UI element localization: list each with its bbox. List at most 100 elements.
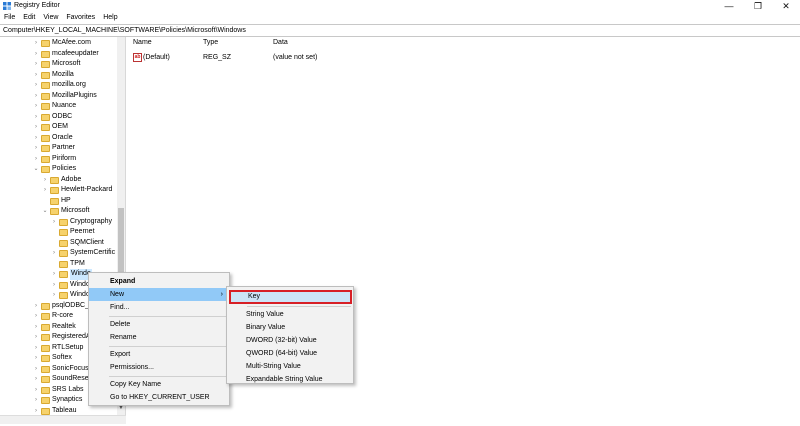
tree-item-oracle[interactable]: › Oracle [0, 133, 117, 144]
new-qword-64-bit-value-menu-item[interactable]: QWORD (64-bit) Value [227, 347, 353, 360]
tree-item-oem[interactable]: › OEM [0, 122, 117, 133]
context-menu-find[interactable]: Find... [89, 301, 229, 314]
tree-item-mozilla-org[interactable]: › mozilla.org [0, 80, 117, 91]
tree-item-label: Windo [70, 280, 90, 288]
expand-arrow-icon[interactable]: › [32, 49, 40, 60]
tree-item-microsoft[interactable]: › Microsoft [0, 59, 117, 70]
minimize-button[interactable]: — [715, 0, 743, 12]
tree-item-hp[interactable]: HP [0, 196, 117, 207]
menu-file[interactable]: File [0, 12, 19, 24]
collapse-arrow-icon[interactable]: ⌄ [41, 206, 49, 217]
context-menu-copy-key-name[interactable]: Copy Key Name [89, 378, 229, 391]
context-menu-expand[interactable]: Expand [89, 275, 229, 288]
new-string-value-menu-item[interactable]: String Value [227, 308, 353, 321]
close-button[interactable]: ✕ [772, 0, 800, 12]
expand-arrow-icon[interactable]: › [50, 248, 58, 259]
expand-arrow-icon[interactable]: › [41, 185, 49, 196]
menu-separator [109, 346, 227, 347]
expand-arrow-icon[interactable]: › [32, 395, 40, 406]
tree-item-peernet[interactable]: Peernet [0, 227, 117, 238]
context-menu-new[interactable]: New › [89, 288, 229, 301]
tree-item-tableau[interactable]: › Tableau [0, 406, 117, 416]
menu-view[interactable]: View [39, 12, 62, 24]
tree-item-hewlett-packard[interactable]: › Hewlett-Packard [0, 185, 117, 196]
folder-icon [59, 229, 68, 236]
expand-arrow-icon[interactable]: › [32, 301, 40, 312]
column-data[interactable]: Data [267, 37, 467, 49]
tree-item-label: Synaptics [52, 396, 83, 403]
expand-arrow-icon[interactable]: › [32, 122, 40, 133]
expand-arrow-icon[interactable]: › [50, 269, 58, 280]
expand-arrow-icon[interactable]: › [32, 406, 40, 416]
folder-icon [41, 376, 50, 383]
context-menu-delete[interactable]: Delete [89, 318, 229, 331]
scroll-down-arrow-icon[interactable]: ▼ [117, 405, 125, 414]
expand-arrow-icon[interactable]: › [32, 374, 40, 385]
menu-help[interactable]: Help [99, 12, 121, 24]
expand-arrow-icon[interactable]: › [32, 154, 40, 165]
expand-arrow-icon[interactable]: › [32, 101, 40, 112]
expand-arrow-icon[interactable]: › [32, 311, 40, 322]
expand-arrow-icon[interactable]: › [32, 59, 40, 70]
expand-arrow-icon[interactable]: › [32, 332, 40, 343]
new-dword-32-bit-value-menu-item[interactable]: DWORD (32-bit) Value [227, 334, 353, 347]
tree-item-adobe[interactable]: › Adobe [0, 175, 117, 186]
expand-arrow-icon[interactable]: › [32, 38, 40, 49]
new-binary-value-menu-item[interactable]: Binary Value [227, 321, 353, 334]
context-menu-rename[interactable]: Rename [89, 331, 229, 344]
tree-item-partner[interactable]: › Partner [0, 143, 117, 154]
tree-item-tpm[interactable]: TPM [0, 259, 117, 270]
new-expandable-string-value-menu-item[interactable]: Expandable String Value [227, 373, 353, 386]
new-key-menu-item[interactable]: Key [229, 290, 352, 304]
submenu-arrow-icon: › [220, 291, 223, 298]
tree-item-odbc[interactable]: › ODBC [0, 112, 117, 123]
context-menu: Expand New › Find... Delete Rename Export Permi… [88, 272, 230, 406]
expand-arrow-icon[interactable]: › [41, 175, 49, 186]
menu-edit[interactable]: Edit [19, 12, 39, 24]
tree-item-sqmclient[interactable]: SQMClient [0, 238, 117, 249]
column-name[interactable]: Name [127, 37, 197, 49]
expand-arrow-icon[interactable]: › [50, 280, 58, 291]
maximize-button[interactable]: ❐ [744, 0, 772, 12]
expand-arrow-icon[interactable]: › [32, 91, 40, 102]
expand-arrow-icon[interactable]: › [50, 290, 58, 301]
tree-scroll-thumb[interactable] [118, 208, 124, 278]
tree-item-piriform[interactable]: › Piriform [0, 154, 117, 165]
expand-arrow-icon[interactable]: › [32, 322, 40, 333]
new-multi-string-value-menu-item[interactable]: Multi-String Value [227, 360, 353, 373]
list-item[interactable]: ab (Default) REG_SZ (value not set) [127, 52, 527, 64]
folder-icon [41, 103, 50, 110]
tree-item-systemcertific[interactable]: › SystemCertific [0, 248, 117, 259]
expand-arrow-icon[interactable]: › [32, 353, 40, 364]
menu-favorites[interactable]: Favorites [62, 12, 99, 24]
folder-icon [41, 113, 50, 121]
tree-item-mozilla[interactable]: › Mozilla [0, 70, 117, 81]
collapse-arrow-icon[interactable]: ⌄ [32, 164, 40, 175]
folder-icon [41, 355, 50, 362]
expand-arrow-icon[interactable]: › [32, 385, 40, 396]
tree-item-mozillaplugins[interactable]: › MozillaPlugins [0, 91, 117, 102]
tree-item-label: SQMClient [70, 238, 104, 246]
expand-arrow-icon[interactable]: › [50, 217, 58, 228]
expand-arrow-icon[interactable]: › [32, 133, 40, 144]
tree-horizontal-scrollbar[interactable] [0, 415, 126, 424]
tree-item-nuance[interactable]: › Nuance [0, 101, 117, 112]
expand-arrow-icon[interactable]: › [32, 143, 40, 154]
tree-item-mcafeeupdater[interactable]: › mcafeeupdater [0, 49, 117, 60]
folder-icon [50, 176, 59, 184]
context-menu-go-to-hkey-current-user[interactable]: Go to HKEY_CURRENT_USER [89, 391, 229, 404]
tree-item-policies[interactable]: ⌄ Policies [0, 164, 117, 175]
context-menu-permissions[interactable]: Permissions... [89, 361, 229, 374]
expand-arrow-icon[interactable]: › [32, 70, 40, 81]
tree-item-microsoft[interactable]: ⌄ Microsoft [0, 206, 117, 217]
expand-arrow-icon[interactable]: › [32, 364, 40, 375]
folder-icon [41, 61, 50, 68]
expand-arrow-icon[interactable]: › [32, 112, 40, 123]
tree-item-cryptography[interactable]: › Cryptography [0, 217, 117, 228]
tree-item-mcafee-com[interactable]: › McAfee.com [0, 38, 117, 49]
expand-arrow-icon[interactable]: › [32, 80, 40, 91]
column-type[interactable]: Type [197, 37, 267, 49]
address-bar[interactable]: Computer\HKEY_LOCAL_MACHINE\SOFTWARE\Pol… [0, 24, 800, 37]
expand-arrow-icon[interactable]: › [32, 343, 40, 354]
context-menu-export[interactable]: Export [89, 348, 229, 361]
